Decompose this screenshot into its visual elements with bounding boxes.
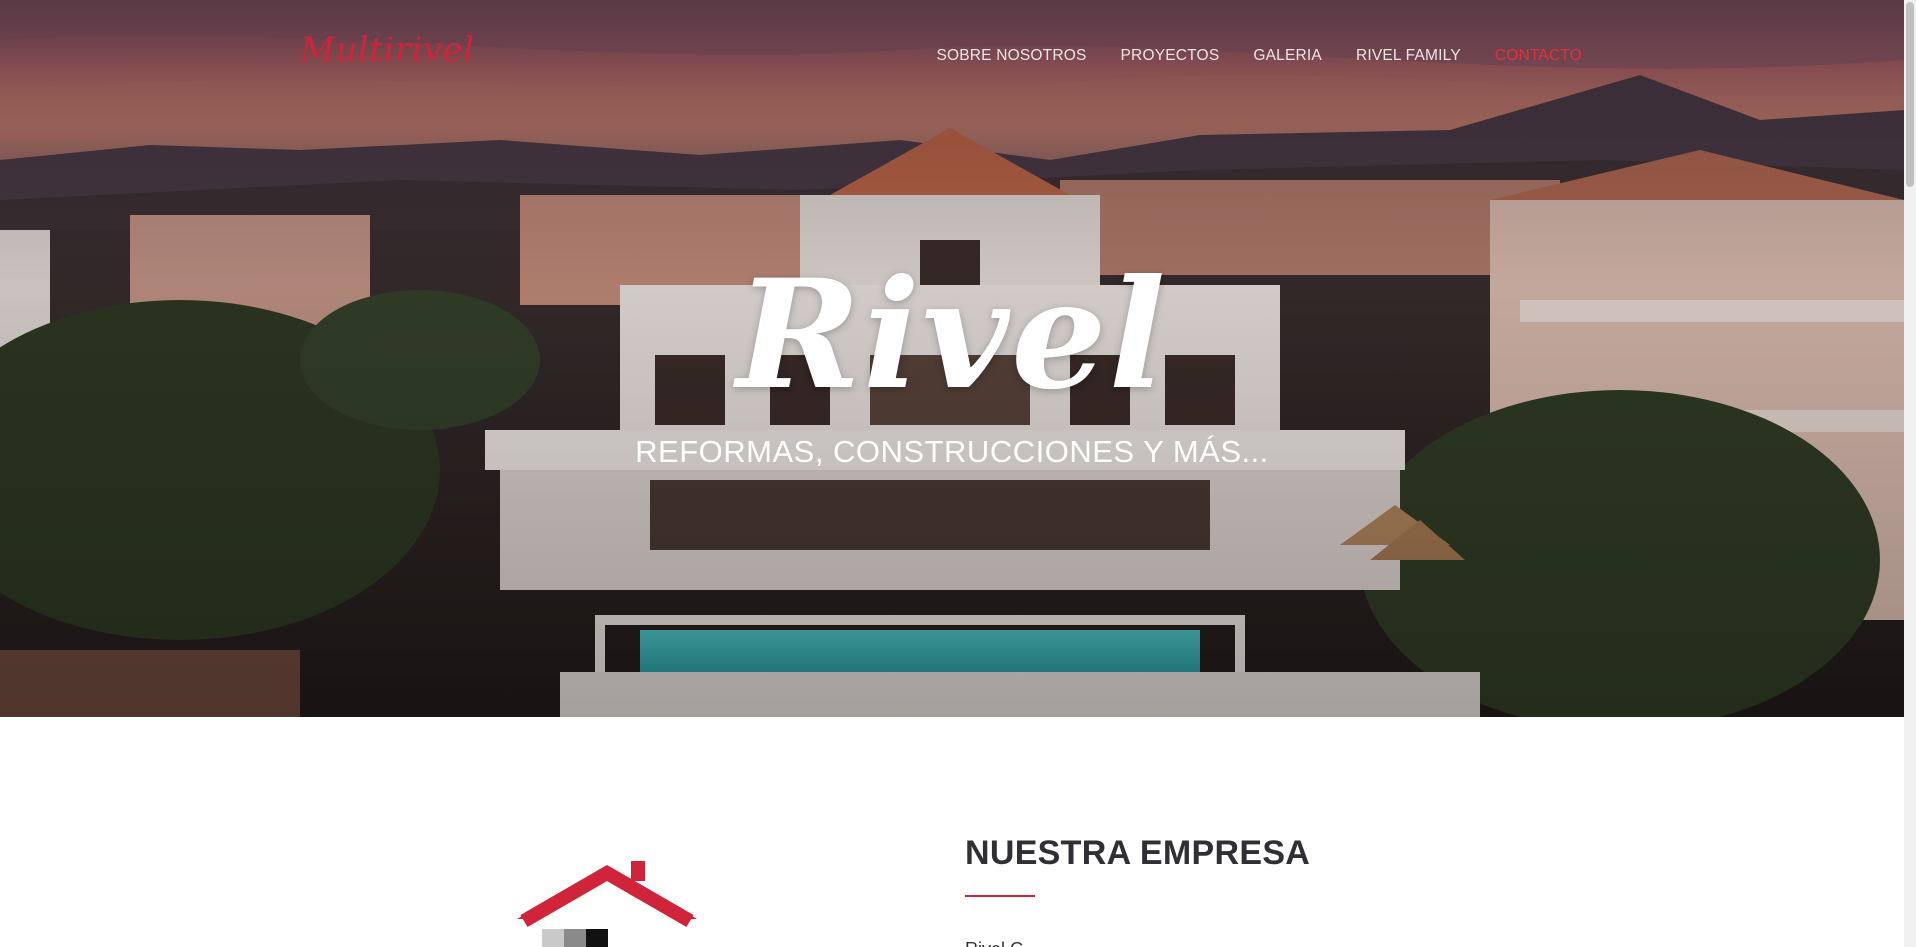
hero-title: Rivel — [736, 247, 1168, 423]
nav-item-sobre-nosotros[interactable]: SOBRE NOSOTROS — [936, 47, 1086, 65]
site-header: Multirivel SOBRE NOSOTROS PROYECTOS GALE… — [0, 0, 1904, 115]
nav-item-contacto[interactable]: CONTACTO — [1495, 47, 1582, 65]
site-logo[interactable]: Multirivel — [300, 30, 474, 70]
nav-item-rivel-family[interactable]: RIVEL FAMILY — [1356, 47, 1461, 65]
section-title: NUESTRA EMPRESA — [965, 834, 1311, 872]
nav-item-galeria[interactable]: GALERIA — [1253, 47, 1322, 65]
about-section: NUESTRA EMPRESA Rivel G... — [0, 717, 1904, 947]
page: Multirivel SOBRE NOSOTROS PROYECTOS GALE… — [0, 0, 1904, 947]
house-logo-icon — [517, 861, 697, 947]
scrollbar-thumb[interactable] — [1906, 2, 1914, 187]
hero-subtitle: REFORMAS, CONSTRUCCIONES Y MÁS... — [635, 434, 1269, 469]
page-scrollbar[interactable] — [1904, 0, 1916, 947]
section-text: Rivel G... — [965, 939, 1039, 947]
main-nav: SOBRE NOSOTROS PROYECTOS GALERIA RIVEL F… — [902, 47, 1582, 65]
hero-section: Multirivel SOBRE NOSOTROS PROYECTOS GALE… — [0, 0, 1904, 717]
nav-item-proyectos[interactable]: PROYECTOS — [1121, 47, 1220, 65]
title-divider — [965, 895, 1035, 897]
